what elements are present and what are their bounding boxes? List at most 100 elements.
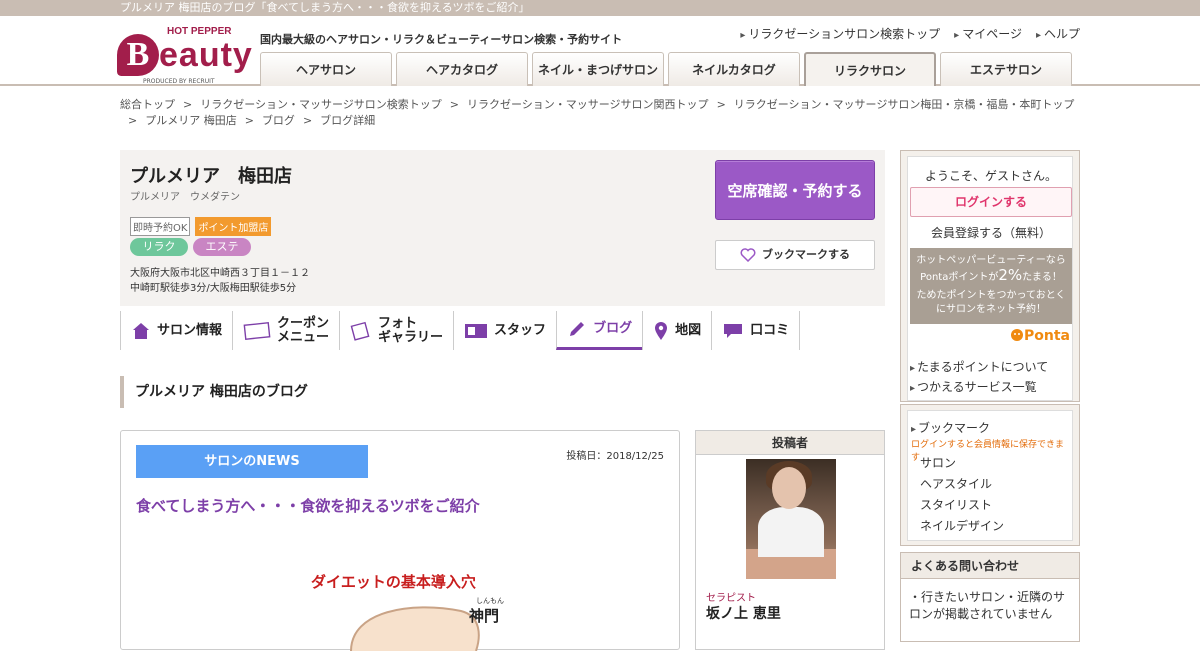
salon-name-kana: プルメリア ウメダテン xyxy=(130,192,240,203)
bookmark-label: ブックマークする xyxy=(762,248,850,261)
site-header: HOT PEPPER B eauty PRODUCED BY RECRUIT 国… xyxy=(0,16,1200,86)
tab-map-label: 地図 xyxy=(675,322,702,338)
tab-salon-info-label: サロン情報 xyxy=(157,322,223,338)
breadcrumb-item[interactable]: リラクゼーション・マッサージサロン関西トップ xyxy=(467,98,709,111)
point-member-badge: ポイント加盟店 xyxy=(195,217,272,236)
link-mypage[interactable]: マイページ xyxy=(954,25,1022,42)
breadcrumb-item[interactable]: プルメリア 梅田店 xyxy=(145,114,237,127)
tab-staff[interactable]: スタッフ xyxy=(453,311,556,350)
photo-figure-body xyxy=(758,507,824,557)
tab-salon-info[interactable]: サロン情報 xyxy=(120,311,232,350)
site-tagline: 国内最大級のヘアサロン・リラク＆ビューティーサロン検索・予約サイト xyxy=(260,33,623,46)
ponta-line-1: ホットペッパービューティーなら xyxy=(916,255,1066,266)
map-pin-icon xyxy=(655,321,668,340)
link-services[interactable]: つかえるサービス一覧 xyxy=(910,378,1048,398)
ear-illustration-shape xyxy=(350,606,480,651)
salon-access: 中崎町駅徒歩3分/大阪梅田駅徒歩5分 xyxy=(130,283,297,294)
tab-reviews[interactable]: 口コミ xyxy=(711,311,801,350)
link-help[interactable]: ヘルプ xyxy=(1036,25,1080,42)
illustration-title: ダイエットの基本導入穴 xyxy=(311,573,476,591)
bookmark-item-nail-design[interactable]: ネイルデザイン xyxy=(920,516,1004,537)
ponta-percent: 2% xyxy=(998,266,1023,284)
tab-reviews-label: 口コミ xyxy=(750,322,790,338)
ponta-banner[interactable]: ホットペッパービューティーなら Pontaポイントが2%たまる！ ためたポイント… xyxy=(910,248,1072,324)
welcome-text: ようこそ、ゲストさん。 xyxy=(924,169,1057,183)
author-role: セラピスト xyxy=(706,593,756,604)
heart-icon xyxy=(740,248,756,263)
tab-photo-label-1: フォト xyxy=(378,315,418,331)
faq-heading: よくある問い合わせ xyxy=(901,553,1079,579)
faq-question-1[interactable]: ・行きたいサロン・近隣のサロンが掲載されていません xyxy=(901,579,1079,623)
post-title: 食べてしまう方へ・・・食欲を抑えるツボをご紹介 xyxy=(136,497,480,515)
link-relax-search-top[interactable]: リラクゼーションサロン検索トップ xyxy=(740,25,940,42)
tab-hair-catalog[interactable]: ヘアカタログ xyxy=(396,52,528,86)
logo-b-mark: B xyxy=(117,34,159,76)
bookmark-item-hairstyle[interactable]: ヘアスタイル xyxy=(920,474,1004,495)
breadcrumb-item[interactable]: リラクゼーション・マッサージサロン梅田・京橋・福島・本町トップ xyxy=(734,98,1075,111)
tab-blog-label: ブログ xyxy=(593,321,633,336)
logo-eauty-text: eauty xyxy=(159,36,253,74)
breadcrumb-separator: > xyxy=(183,98,193,111)
tab-esthe-salon[interactable]: エステサロン xyxy=(940,52,1072,86)
top-bar-text: プルメリア 梅田店のブログ「食べてしまう方へ・・・食欲を抑えるツボをご紹介」 xyxy=(120,1,530,14)
bookmark-item-stylist[interactable]: スタイリスト xyxy=(920,495,1004,516)
coupon-icon xyxy=(243,321,271,340)
salon-name: プルメリア 梅田店 xyxy=(130,166,292,187)
salon-badges: 即時予約OK ポイント加盟店 xyxy=(130,217,272,236)
ponta-line-2a: Pontaポイントが xyxy=(920,272,999,283)
link-point-info[interactable]: たまるポイントについて xyxy=(910,358,1048,378)
bookmark-heading[interactable]: ブックマーク xyxy=(911,419,990,436)
tab-photo-label-2: ギャラリー xyxy=(378,329,444,345)
genre-pill-este: エステ xyxy=(193,238,251,256)
salon-genre-pills: リラク エステ xyxy=(130,238,251,256)
post-date: 投稿日：2018/12/25 xyxy=(566,451,664,462)
genre-pill-relax: リラク xyxy=(130,238,188,256)
register-link[interactable]: 会員登録する（無料） xyxy=(908,224,1074,241)
photo-figure-face xyxy=(772,467,806,509)
salon-header: プルメリア 梅田店 プルメリア ウメダテン 即時予約OK ポイント加盟店 リラク… xyxy=(120,150,885,306)
tab-map[interactable]: 地図 xyxy=(642,311,711,350)
hotpepper-beauty-logo[interactable]: HOT PEPPER B eauty PRODUCED BY RECRUIT xyxy=(115,24,253,94)
post-category-label: サロンのNEWS xyxy=(136,445,368,478)
tab-relax-salon[interactable]: リラクサロン xyxy=(804,52,936,86)
breadcrumb-separator: > xyxy=(449,98,459,111)
breadcrumb-separator: > xyxy=(302,114,313,127)
author-photo[interactable] xyxy=(746,459,836,579)
tab-nail-eyelash-salon[interactable]: ネイル・まつげサロン xyxy=(532,52,664,86)
salon-address: 大阪府大阪市北区中崎西３丁目１－１２ xyxy=(130,268,310,279)
ponta-line-4: にサロンをネット予約！ xyxy=(936,304,1046,315)
house-icon xyxy=(133,322,149,339)
reserve-button[interactable]: 空席確認・予約する xyxy=(715,160,875,220)
tab-hair-salon[interactable]: ヘアサロン xyxy=(260,52,392,86)
tab-blog[interactable]: ブログ xyxy=(556,311,643,350)
acupressure-illustration: ダイエットの基本導入穴 しんもん 神門 xyxy=(291,541,551,651)
blog-post: サロンのNEWS 投稿日：2018/12/25 食べてしまう方へ・・・食欲を抑え… xyxy=(120,430,680,651)
author-card: 投稿者 セラピスト 坂ノ上 恵里 xyxy=(695,430,885,650)
salon-address-block: 大阪府大阪市北区中崎西３丁目１－１２ 中崎町駅徒歩3分/大阪梅田駅徒歩5分 xyxy=(130,266,310,296)
point-links: たまるポイントについて つかえるサービス一覧 xyxy=(910,358,1048,398)
author-name[interactable]: 坂ノ上 恵里 xyxy=(706,603,781,623)
sidebar-faq-box: よくある問い合わせ ・行きたいサロン・近隣のサロンが掲載されていません xyxy=(900,552,1080,642)
breadcrumb-item[interactable]: リラクゼーション・マッサージサロン検索トップ xyxy=(200,98,442,111)
breadcrumb-item[interactable]: 総合トップ xyxy=(120,98,175,111)
tab-coupon-menu[interactable]: クーポン メニュー xyxy=(232,311,339,350)
breadcrumb-separator: > xyxy=(244,114,254,127)
tab-coupon-label-1: クーポン xyxy=(277,315,330,331)
author-card-header: 投稿者 xyxy=(696,431,884,455)
bookmark-button[interactable]: ブックマークする xyxy=(715,240,875,270)
staff-card-icon xyxy=(465,323,488,338)
sidebar-bookmark-box: ブックマーク ログインすると会員情報に保存できます サロン ヘアスタイル スタイ… xyxy=(900,404,1080,546)
ponta-line-2b: たまる！ xyxy=(1022,272,1062,283)
bookmark-list: サロン ヘアスタイル スタイリスト ネイルデザイン xyxy=(920,453,1004,537)
ponta-logo-text: Ponta xyxy=(1024,328,1070,344)
tab-nail-catalog[interactable]: ネイルカタログ xyxy=(668,52,800,86)
breadcrumb-current: ブログ詳細 xyxy=(320,114,376,127)
tab-photo-gallery[interactable]: フォト ギャラリー xyxy=(339,311,453,350)
header-links: リラクゼーションサロン検索トップ マイページ ヘルプ xyxy=(740,25,1080,42)
breadcrumb-separator: > xyxy=(128,114,138,127)
login-button[interactable]: ログインする xyxy=(910,187,1072,217)
breadcrumb-item[interactable]: ブログ xyxy=(262,114,295,127)
illustration-point-label: 神門 xyxy=(469,607,500,625)
bookmark-item-salon[interactable]: サロン xyxy=(920,453,1004,474)
ponta-raccoon-icon xyxy=(1011,329,1023,341)
